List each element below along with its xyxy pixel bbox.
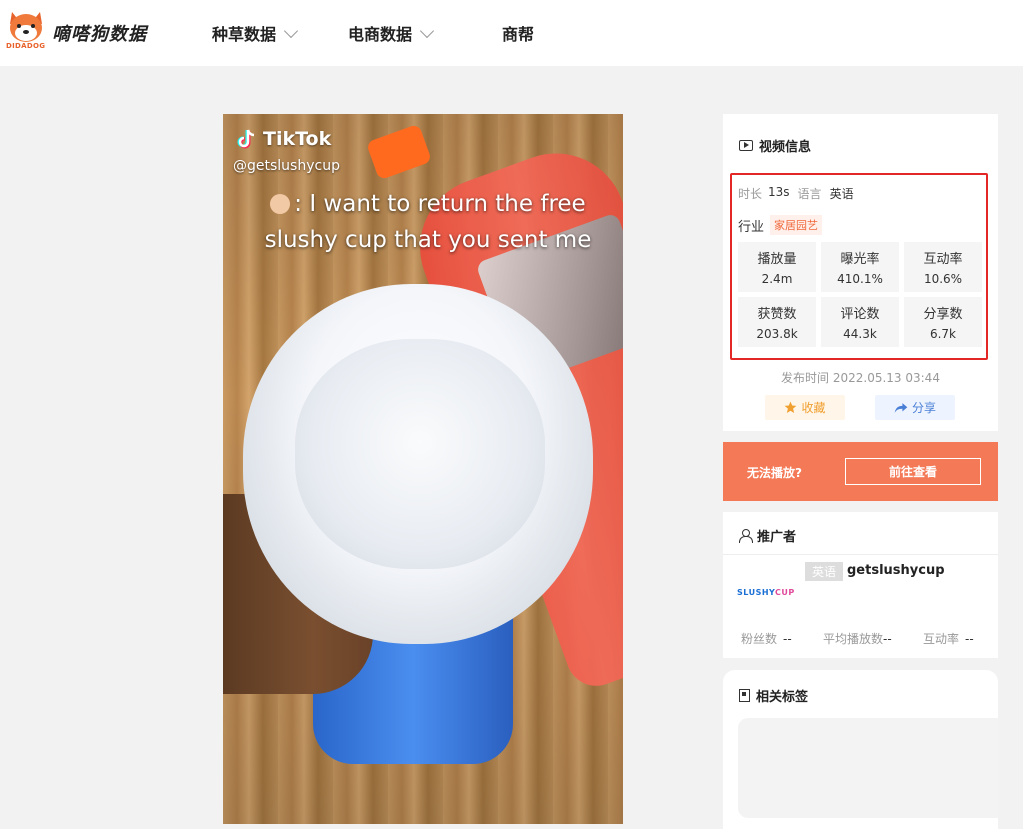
duration-label: 时长 <box>738 187 763 201</box>
industry-tag[interactable]: 家居园艺 <box>770 215 823 235</box>
bookmark-icon <box>739 689 750 702</box>
avg-play-value: -- <box>883 632 892 646</box>
share-label: 分享 <box>911 401 936 415</box>
brand-name[interactable]: 嘀嗒狗数据 <box>52 20 147 46</box>
language-value: 英语 <box>829 187 854 201</box>
tags-container <box>738 718 998 818</box>
favorite-button[interactable]: 收藏 <box>765 395 845 420</box>
stat-label: 评论数 <box>840 307 880 322</box>
stat-plays: 播放量 2.4m <box>738 242 816 292</box>
stat-label: 获赞数 <box>757 307 797 322</box>
stat-exposure-rate: 曝光率 410.1% <box>821 242 899 292</box>
promoter-avatar[interactable]: SLUSHYCUP <box>737 588 795 597</box>
section-title-text: 视频信息 <box>759 140 812 155</box>
video-handle: @getslushycup <box>233 158 340 174</box>
engagement-stat: 互动率 -- <box>923 630 974 647</box>
avg-play-stat: 平均播放数-- <box>823 630 923 647</box>
publish-time: 发布时间 2022.05.13 03:44 <box>781 371 940 385</box>
avatar-logo-accent: CUP <box>775 588 795 597</box>
nav-shangbang[interactable]: 商帮 <box>502 21 534 45</box>
promoter-name[interactable]: getslushycup <box>847 563 945 578</box>
language-label: 语言 <box>797 187 822 201</box>
fans-value: -- <box>783 632 792 646</box>
caption-text: : I want to return the free slushy cup t… <box>264 191 592 253</box>
engagement-value: -- <box>965 632 974 646</box>
video-meta: 时长 13s 语言 英语 <box>738 185 854 202</box>
duration-value: 13s <box>768 185 790 199</box>
video-caption: : I want to return the free slushy cup t… <box>243 186 613 258</box>
engagement-label: 互动率 <box>923 632 960 646</box>
nav-ecommerce-data[interactable]: 电商数据 <box>348 21 435 45</box>
chevron-down-icon <box>283 23 299 38</box>
stat-likes: 获赞数 203.8k <box>738 297 816 347</box>
chevron-down-icon <box>419 23 435 38</box>
person-icon <box>739 529 753 543</box>
nav-seeding-data[interactable]: 种草数据 <box>212 21 299 45</box>
divider <box>723 554 998 555</box>
stat-value: 10.6% <box>923 272 963 286</box>
language-tag: 英语 <box>805 562 843 581</box>
fans-stat: 粉丝数 -- <box>741 630 823 647</box>
video-info-title: 视频信息 <box>739 136 811 155</box>
avg-play-label: 平均播放数 <box>823 632 884 646</box>
section-title-text: 推广者 <box>757 530 797 545</box>
nav-label: 种草数据 <box>212 25 277 44</box>
video-cup-inner <box>295 339 545 569</box>
video-icon <box>739 140 753 151</box>
go-view-button[interactable]: 前往查看 <box>845 458 981 485</box>
stat-value: 44.3k <box>843 327 877 341</box>
cannot-play-text: 无法播放? <box>747 466 802 480</box>
related-tags-panel: 相关标签 <box>723 670 998 829</box>
stat-comments: 评论数 44.3k <box>821 297 899 347</box>
nav-label: 电商数据 <box>348 25 413 44</box>
logo-sub-text: DIDADOG <box>6 42 46 50</box>
tiktok-label: TikTok <box>263 128 332 150</box>
promoter-stats: 粉丝数 -- 平均播放数-- 互动率 -- <box>741 630 991 647</box>
related-tags-title: 相关标签 <box>739 686 808 705</box>
industry-label: 行业 <box>738 219 765 235</box>
avatar-logo-main: SLUSHY <box>737 588 776 597</box>
star-icon <box>785 401 797 414</box>
industry-row: 行业 家居园艺 <box>738 215 823 235</box>
tiktok-icon <box>237 129 255 149</box>
person-emoji-icon <box>270 194 291 214</box>
stats-grid: 播放量 2.4m 曝光率 410.1% 互动率 10.6% 获赞数 203.8k… <box>738 242 982 347</box>
share-arrow-icon <box>894 402 908 413</box>
nav-label: 商帮 <box>502 25 535 44</box>
stat-value: 203.8k <box>756 327 798 341</box>
promoter-panel: 推广者 英语 getslushycup SLUSHYCUP 粉丝数 -- 平均播放… <box>723 512 998 658</box>
shiba-logo-icon[interactable]: DIDADOG <box>6 8 46 50</box>
tiktok-watermark: TikTok <box>237 128 331 150</box>
stat-label: 互动率 <box>923 252 963 267</box>
video-player[interactable]: TikTok @getslushycup : I want to return … <box>223 114 623 824</box>
section-title-text: 相关标签 <box>756 690 809 705</box>
stat-label: 曝光率 <box>840 252 880 267</box>
stat-value: 2.4m <box>761 272 793 286</box>
stat-engagement-rate: 互动率 10.6% <box>904 242 982 292</box>
top-header: DIDADOG 嘀嗒狗数据 种草数据 电商数据 商帮 <box>0 0 1023 66</box>
stat-label: 播放量 <box>757 252 797 267</box>
share-button[interactable]: 分享 <box>875 395 955 420</box>
stat-value: 6.7k <box>929 327 957 341</box>
stat-value: 410.1% <box>837 272 883 286</box>
fans-label: 粉丝数 <box>741 632 778 646</box>
favorite-label: 收藏 <box>801 401 826 415</box>
stat-shares: 分享数 6.7k <box>904 297 982 347</box>
stat-label: 分享数 <box>923 307 963 322</box>
promoter-title: 推广者 <box>739 526 796 545</box>
cannot-play-banner: 无法播放? 前往查看 <box>723 442 998 501</box>
